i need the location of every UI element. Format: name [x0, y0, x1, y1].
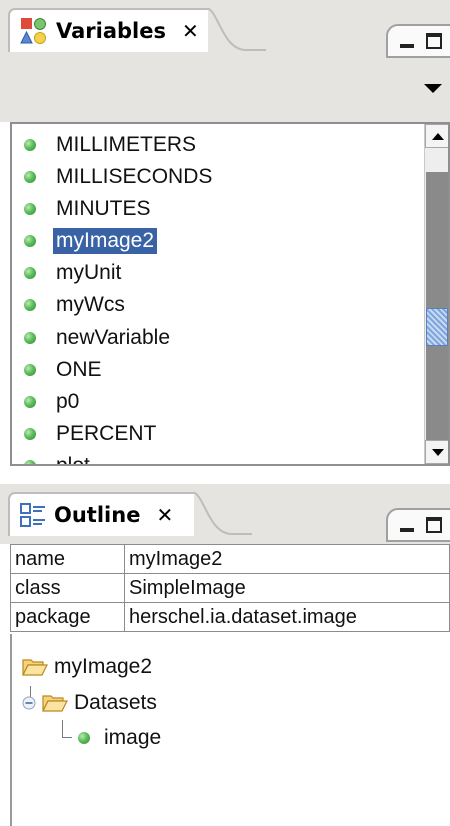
variable-label: MINUTES — [56, 197, 151, 220]
scroll-thumb[interactable] — [426, 308, 448, 346]
list-item[interactable]: PERCENT — [24, 420, 159, 448]
outline-tab-title: Outline — [54, 503, 141, 527]
property-value: myImage2 — [124, 544, 450, 574]
variable-label: MILLISECONDS — [56, 165, 213, 188]
variable-icon — [24, 396, 36, 408]
open-folder-icon — [42, 695, 68, 712]
list-item[interactable]: myUnit — [24, 259, 124, 287]
variable-label: ONE — [56, 358, 102, 381]
tree-node-image[interactable]: image — [78, 723, 161, 753]
variables-tab-title: Variables — [56, 19, 166, 43]
variables-tab[interactable]: Variables ✕ — [8, 8, 208, 52]
maximize-icon[interactable] — [426, 517, 442, 533]
property-key: package — [10, 602, 125, 632]
table-row: package herschel.ia.dataset.image — [10, 602, 450, 632]
variable-icon — [24, 299, 36, 311]
variable-label: newVariable — [56, 326, 171, 349]
scroll-up-button[interactable] — [425, 124, 448, 148]
list-item[interactable]: MINUTES — [24, 195, 154, 223]
outline-window-controls — [386, 508, 450, 542]
variable-label: p0 — [56, 390, 80, 413]
minimize-icon[interactable] — [400, 528, 414, 532]
outline-view-header: Outline ✕ — [0, 484, 450, 544]
tree-node-label: image — [104, 726, 162, 749]
table-row: name myImage2 — [10, 544, 450, 574]
variables-icon — [20, 18, 46, 44]
outline-tab-edge — [192, 492, 252, 535]
list-item[interactable]: MILLIMETERS — [24, 131, 199, 159]
variables-list[interactable]: MILLIMETERS MILLISECONDS MINUTES myImage… — [10, 122, 450, 466]
properties-table: name myImage2 class SimpleImage package … — [10, 544, 450, 632]
property-key: class — [10, 573, 125, 603]
list-item[interactable]: myWcs — [24, 291, 128, 319]
vertical-scrollbar[interactable] — [424, 124, 448, 464]
outline-icon — [20, 503, 45, 527]
property-key: name — [10, 544, 125, 574]
tree-node-label: myImage2 — [54, 655, 153, 678]
minimize-icon[interactable] — [400, 44, 414, 48]
variable-icon — [24, 235, 36, 247]
variables-view-header: Variables ✕ — [0, 0, 450, 122]
open-folder-icon — [22, 659, 48, 676]
outline-tab[interactable]: Outline ✕ — [8, 492, 194, 536]
property-value: herschel.ia.dataset.image — [124, 602, 450, 632]
dataset-icon — [78, 732, 90, 744]
variable-label: myUnit — [56, 261, 122, 284]
variable-icon — [24, 267, 36, 279]
variable-label: myWcs — [56, 293, 125, 316]
variables-tab-edge — [206, 8, 266, 51]
collapse-icon[interactable] — [22, 696, 36, 710]
tree-connector — [62, 720, 63, 738]
tree-node-label: Datasets — [74, 691, 157, 714]
list-item[interactable]: newVariable — [24, 324, 173, 352]
variable-label: PERCENT — [56, 422, 157, 445]
tree-node-root[interactable]: myImage2 — [22, 652, 152, 682]
outline-tree[interactable]: myImage2 Datasets image — [10, 634, 450, 826]
list-item[interactable]: p0 — [24, 388, 82, 416]
list-item-selected[interactable]: myImage2 — [24, 227, 158, 255]
tree-node-datasets[interactable]: Datasets — [22, 688, 157, 718]
arrow-down-icon — [432, 449, 444, 456]
outline-close-icon[interactable]: ✕ — [156, 503, 173, 527]
variables-close-icon[interactable]: ✕ — [182, 19, 199, 43]
table-row: class SimpleImage — [10, 573, 450, 603]
variable-icon — [24, 460, 36, 464]
scroll-down-button[interactable] — [425, 440, 448, 464]
list-item[interactable]: MILLISECONDS — [24, 163, 215, 191]
scroll-track[interactable] — [426, 172, 448, 440]
variable-icon — [24, 171, 36, 183]
variable-icon — [24, 139, 36, 151]
maximize-icon[interactable] — [426, 33, 442, 49]
variable-icon — [24, 332, 36, 344]
variable-icon — [24, 428, 36, 440]
variable-icon — [24, 203, 36, 215]
property-value: SimpleImage — [124, 573, 450, 603]
variables-window-controls — [386, 24, 450, 58]
variable-label: myImage2 — [53, 228, 158, 254]
variable-label: MILLIMETERS — [56, 133, 197, 156]
variable-icon — [24, 364, 36, 376]
tree-connector — [62, 737, 72, 738]
arrow-up-icon — [432, 133, 444, 140]
list-item[interactable]: ONE — [24, 356, 105, 384]
variable-label: plot — [56, 454, 90, 466]
view-menu-icon[interactable] — [424, 84, 442, 93]
list-item[interactable]: plot — [24, 452, 93, 466]
